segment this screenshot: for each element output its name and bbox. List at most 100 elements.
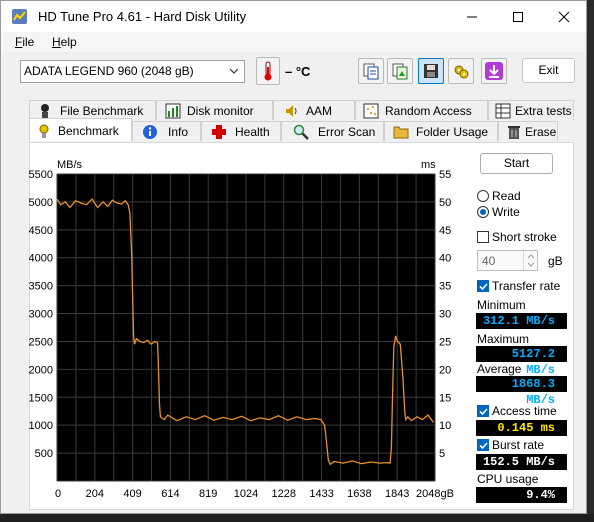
y2-tick-label: 10 (439, 420, 451, 432)
checkmark-icon (479, 442, 488, 450)
y2-tick-label: 45 (439, 225, 451, 237)
cpu-usage-readout: 9.4% (476, 487, 567, 503)
tab-label: Extra tests (515, 104, 572, 118)
tab-label: Benchmark (58, 124, 119, 138)
x-tick-label: 614 (161, 488, 179, 500)
y2-tick-label: 25 (439, 336, 451, 348)
copy-screenshot-button[interactable] (387, 58, 413, 84)
x-tick-label: 204 (86, 488, 104, 500)
y2-tick-label: 30 (439, 309, 451, 321)
average-label: Average (477, 362, 522, 376)
y2-tick-label: 35 (439, 281, 451, 293)
x-tick-label: 0 (55, 488, 61, 500)
x-tick-label: 2048gB (416, 488, 454, 500)
y-tick-label: 1000 (29, 420, 53, 432)
drive-select[interactable]: ADATA LEGEND 960 (2048 gB) (20, 60, 245, 83)
spinner-up-down-icon (527, 254, 535, 267)
maximum-readout: 5127.2 MB/s (476, 346, 567, 377)
tab-error-scan[interactable]: Error Scan (281, 121, 384, 141)
x-tick-label: 819 (199, 488, 217, 500)
tab-label: Erase (525, 125, 557, 139)
copy-text-icon (363, 63, 379, 80)
tab-row-bottom: Benchmark Info Health Error Scan Folder … (29, 118, 558, 141)
menu-bar: File Help (1, 32, 586, 52)
y-tick-label: 500 (35, 448, 53, 460)
options-button[interactable] (448, 58, 474, 84)
short-stroke-spinner[interactable]: 40 (477, 250, 538, 271)
thermometer-icon (264, 61, 272, 81)
download-button[interactable] (481, 58, 507, 84)
extra-tests-icon (495, 103, 511, 119)
save-button[interactable] (418, 58, 444, 84)
menu-file-rest: ile (22, 35, 35, 49)
download-icon (485, 62, 503, 80)
tab-extra-tests[interactable]: Extra tests (488, 100, 574, 120)
maximize-icon (513, 11, 523, 22)
y2-tick-label: 20 (439, 364, 451, 376)
tab-benchmark[interactable]: Benchmark (29, 118, 132, 141)
tab-label: Folder Usage (416, 125, 489, 139)
x-tick-label: 1638 (347, 488, 371, 500)
right-axis-unit: ms (421, 159, 436, 171)
menu-help[interactable]: Help (52, 35, 77, 49)
short-stroke-unit: gB (548, 254, 563, 268)
tab-label: Info (168, 125, 189, 139)
minimum-readout: 312.1 MB/s (476, 313, 567, 329)
save-icon (424, 64, 438, 78)
magnifier-icon (293, 124, 309, 140)
tab-label: Health (235, 125, 270, 139)
window-title: HD Tune Pro 4.61 - Hard Disk Utility (38, 9, 247, 24)
tab-file-benchmark[interactable]: File Benchmark (29, 100, 156, 120)
spinner-arrows[interactable] (523, 251, 537, 270)
chevron-down-icon (229, 68, 239, 74)
title-bar[interactable]: HD Tune Pro 4.61 - Hard Disk Utility (1, 1, 586, 32)
write-radio[interactable] (477, 206, 489, 218)
maximize-button[interactable] (495, 1, 541, 32)
tab-folder-usage[interactable]: Folder Usage (384, 121, 498, 141)
close-icon (558, 11, 570, 22)
tab-health[interactable]: Health (201, 121, 281, 141)
y-tick-label: 3000 (29, 309, 53, 321)
disk-monitor-icon (165, 103, 181, 119)
folder-icon (393, 126, 409, 139)
read-label: Read (492, 189, 521, 203)
tab-random-access[interactable]: Random Access (355, 100, 488, 120)
access-time-label: Access time (492, 404, 557, 418)
menu-file[interactable]: File (15, 35, 34, 49)
access-time-readout: 0.145 ms (476, 420, 567, 436)
copy-text-button[interactable] (358, 58, 384, 84)
menu-help-rest: elp (60, 35, 77, 49)
health-cross-icon (212, 125, 226, 139)
burst-rate-checkbox[interactable] (477, 439, 489, 451)
exit-button[interactable]: Exit (522, 58, 575, 83)
maximum-label: Maximum (477, 332, 530, 346)
y-tick-label: 3500 (29, 281, 53, 293)
tab-erase[interactable]: Erase (498, 121, 558, 141)
app-window: HD Tune Pro 4.61 - Hard Disk Utility Fil… (0, 0, 587, 514)
tab-info[interactable]: Info (132, 121, 201, 141)
transfer-rate-checkbox[interactable] (477, 280, 489, 292)
minimize-button[interactable] (449, 1, 495, 32)
y-tick-label: 4000 (29, 253, 53, 265)
tab-label: Disk monitor (187, 104, 254, 118)
short-stroke-checkbox[interactable] (477, 231, 489, 243)
tab-disk-monitor[interactable]: Disk monitor (156, 100, 273, 120)
tab-aam[interactable]: AAM (273, 100, 355, 120)
short-stroke-label: Short stroke (492, 230, 557, 244)
left-axis-unit: MB/s (57, 159, 83, 171)
options-icon (454, 65, 469, 79)
y2-tick-label: 55 (439, 169, 451, 181)
x-tick-label: 1024 (234, 488, 258, 500)
y2-tick-label: 15 (439, 392, 451, 404)
x-tick-label: 1228 (272, 488, 296, 500)
tab-row-top: File Benchmark Disk monitor AAM Random A… (29, 100, 574, 120)
checkmark-icon (479, 283, 488, 291)
file-benchmark-icon (41, 104, 49, 118)
start-button[interactable]: Start (480, 153, 553, 174)
read-radio[interactable] (477, 190, 489, 202)
toolbar: ADATA LEGEND 960 (2048 gB) – °C Exit (1, 52, 586, 94)
close-button[interactable] (541, 1, 587, 32)
x-tick-label: 409 (123, 488, 141, 500)
access-time-checkbox[interactable] (477, 405, 489, 417)
temperature-button[interactable] (256, 57, 280, 85)
